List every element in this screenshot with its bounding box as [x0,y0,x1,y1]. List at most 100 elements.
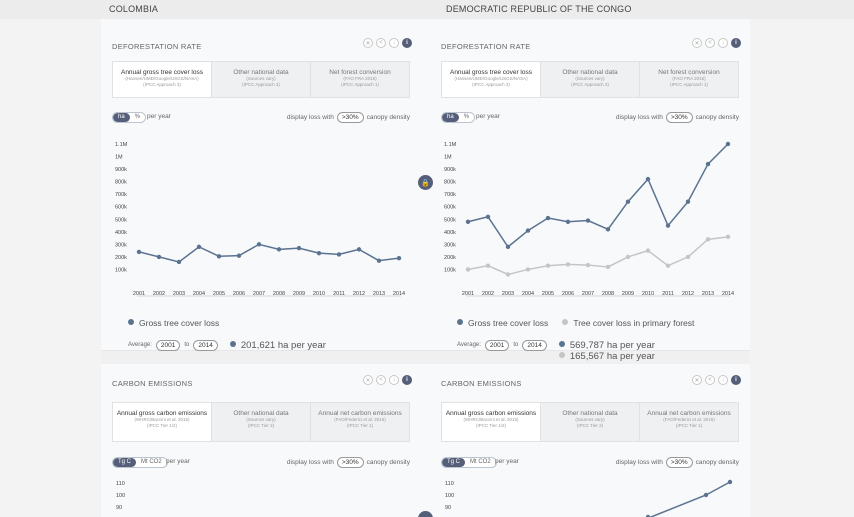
share-icon[interactable]: < [376,38,386,48]
x-tick-label: 2008 [602,291,614,297]
data-point [645,176,651,182]
tab-annual-net-emissions[interactable]: Annual net carbon emissions (FAO/Federic… [311,403,409,441]
tab-net-forest-conversion[interactable]: Net forest conversion (FAO FRA 2015) (IP… [311,62,409,97]
tab-annual-gross-loss[interactable]: Annual gross tree cover loss (Hansen/UMD… [113,62,212,97]
country-title-drc: DEMOCRATIC REPUBLIC OF THE CONGO [446,4,632,14]
data-point [505,272,511,277]
tab-annual-gross-emissions[interactable]: Annual gross carbon emissions (WHRC/Bacc… [113,403,212,441]
y-tick-label: 100k [115,267,127,273]
unit-toggle[interactable]: ha % [441,112,476,123]
data-point [685,254,691,260]
download-icon[interactable]: ↓ [389,375,399,385]
legend-dot [558,341,565,347]
average-end-year-select[interactable]: 2014 [522,340,547,351]
lock-icon[interactable]: 🔒 [418,175,433,190]
tab-annual-gross-emissions[interactable]: Annual gross carbon emissions (WHRC/Bacc… [442,403,541,441]
canopy-density-select[interactable]: >30% [336,112,364,123]
tab-annual-net-emissions[interactable]: Annual net carbon emissions (FAO/Federic… [640,403,738,441]
unit-option-percent[interactable]: % [130,113,145,122]
data-source-tabs: Annual gross carbon emissions (WHRC/Bacc… [112,402,410,442]
unit-toggle[interactable]: ha % [112,112,147,123]
x-tick-label: 2003 [502,291,514,297]
unit-option-mtco2[interactable]: Mt CO2 [136,458,167,467]
info-icon[interactable]: i [731,375,741,385]
canopy-density-select[interactable]: >30% [336,457,364,468]
info-icon[interactable]: i [402,38,412,48]
average-end-year-select[interactable]: 2014 [193,340,218,351]
data-point [703,492,709,498]
unit-option-ha[interactable]: ha [113,113,130,122]
close-icon[interactable]: ✕ [363,375,373,385]
unit-toggle[interactable]: Tg C Mt CO2 [441,457,497,468]
x-tick-label: 2012 [353,291,365,297]
x-tick-label: 2011 [662,291,674,297]
x-tick-label: 2003 [173,291,185,297]
average-start-year-select[interactable]: 2001 [155,340,181,351]
unit-option-percent[interactable]: % [459,113,474,122]
x-tick-label: 2007 [582,291,594,297]
unit-option-ha[interactable]: ha [442,113,459,122]
canopy-density-select[interactable]: >30% [665,457,693,468]
unit-option-tgc[interactable]: Tg C [113,458,137,467]
close-icon[interactable]: ✕ [692,375,702,385]
x-tick-label: 2006 [233,291,245,297]
series-line [648,481,731,517]
x-tick-label: 2013 [702,291,714,297]
data-point [396,255,402,261]
info-icon[interactable]: i [402,375,412,385]
panel-actions: ✕ < ↓ i [692,38,741,48]
per-year-label: per year [476,113,500,120]
data-point [296,245,302,251]
data-point [605,264,611,270]
y-tick-label: 500k [444,217,456,223]
data-point [665,263,671,268]
unit-option-tgc[interactable]: Tg C [442,458,466,467]
close-icon[interactable]: ✕ [692,38,702,48]
average-value: 165,567 ha per year [558,351,655,362]
section-title: DEFORESTATION RATE [441,42,531,51]
tab-other-national[interactable]: Other national data (Sources vary) (IPCC… [541,62,640,97]
series-line [138,243,400,263]
y-tick-label: 800k [115,180,127,186]
share-icon[interactable]: < [376,375,386,385]
tab-other-national[interactable]: Other national data (Sources vary) (IPCC… [541,403,640,441]
close-icon[interactable]: ✕ [363,38,373,48]
tab-annual-gross-loss[interactable]: Annual gross tree cover loss (Hansen/UMD… [442,62,541,97]
x-tick-label: 2005 [213,291,225,297]
x-tick-label: 2005 [542,291,554,297]
legend-dot [558,352,565,358]
x-tick-label: 2001 [133,291,145,297]
share-icon[interactable]: < [705,375,715,385]
tab-net-forest-conversion[interactable]: Net forest conversion (FAO FRA 2015) (IP… [640,62,738,97]
share-icon[interactable]: < [705,38,715,48]
legend-dot [229,341,236,347]
tab-other-national[interactable]: Other national data (Sources vary) (IPCC… [212,62,311,97]
data-point [565,219,571,224]
data-point [585,218,591,223]
download-icon[interactable]: ↓ [718,38,728,48]
canopy-density-select[interactable]: >30% [665,112,693,123]
average-start-year-select[interactable]: 2001 [484,340,510,351]
download-icon[interactable]: ↓ [718,375,728,385]
data-point [625,199,631,204]
x-tick-label: 2009 [293,291,305,297]
download-icon[interactable]: ↓ [389,38,399,48]
y-tick-label: 700k [115,192,127,198]
per-year-label: per year [147,113,171,120]
country-title-colombia: COLOMBIA [109,4,159,14]
info-icon[interactable]: i [731,38,741,48]
tab-other-national[interactable]: Other national data (Sources vary) (IPCC… [212,403,311,441]
canopy-density-control: display loss with >30% canopy density [615,457,739,468]
x-tick-label: 2010 [313,291,325,297]
data-point [176,259,182,265]
y-tick-label: 300k [115,242,127,248]
x-tick-label: 2013 [373,291,385,297]
legend-item-primary-loss: Tree cover loss in primary forest [562,318,694,328]
data-point [276,247,282,252]
unit-option-mtco2[interactable]: Mt CO2 [465,458,496,467]
data-point [485,263,491,268]
data-point [316,250,322,256]
unit-toggle[interactable]: Tg C Mt CO2 [112,457,168,468]
y-tick-label: 1M [444,155,452,161]
section-title: CARBON EMISSIONS [112,379,193,388]
